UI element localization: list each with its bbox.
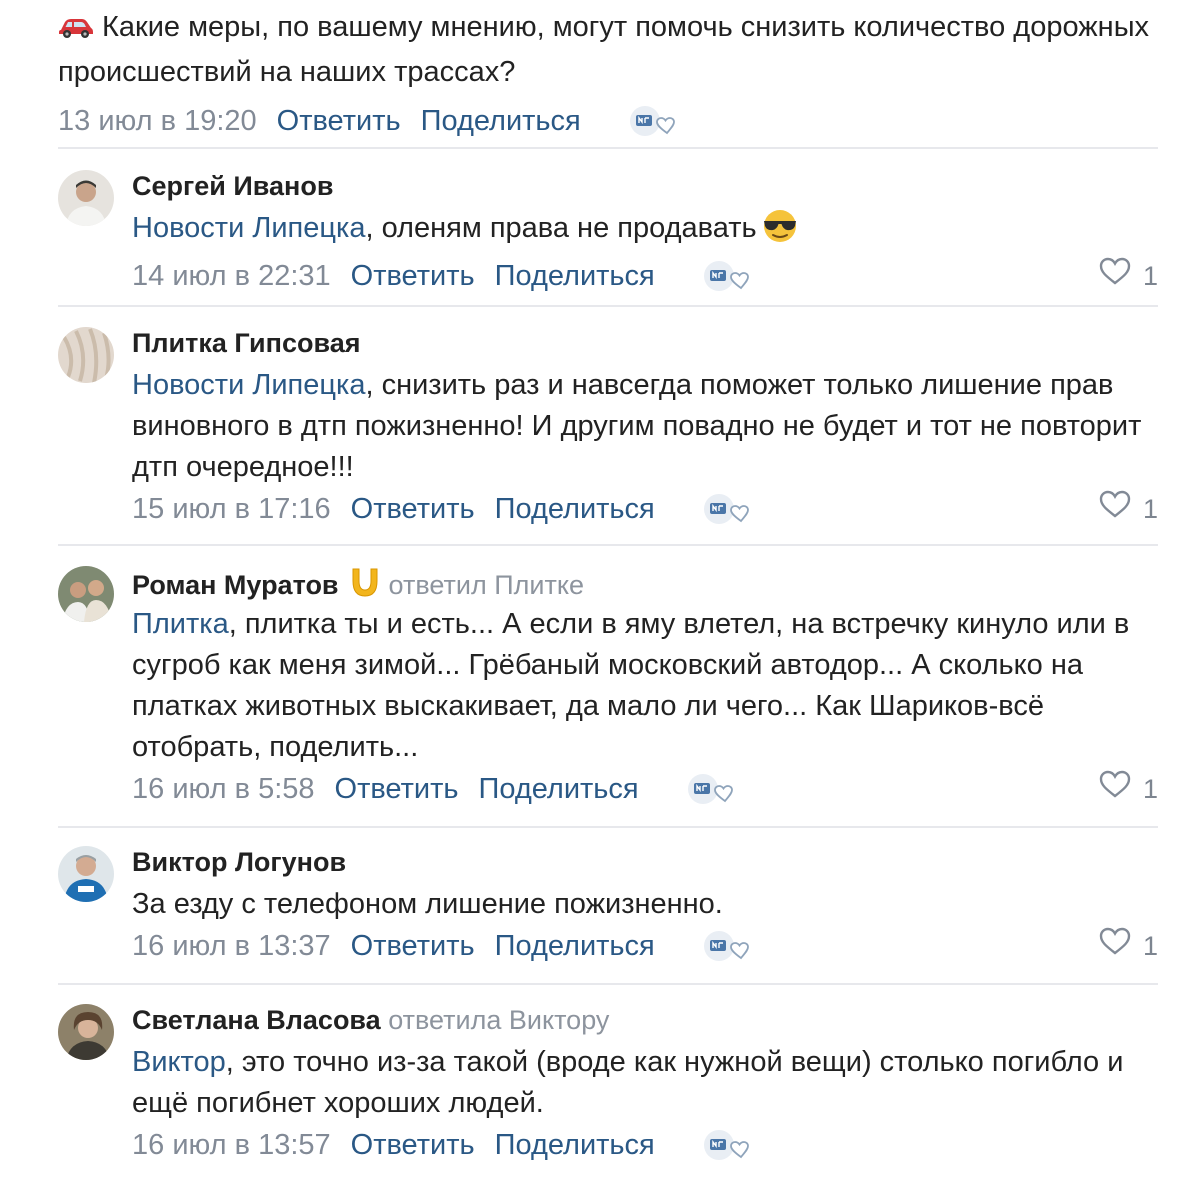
replied-target[interactable]: Плитке bbox=[494, 570, 584, 600]
comment-meta: 16 июл в 5:58 Ответить Поделиться 1 bbox=[132, 768, 1158, 810]
comment-text: За езду с телефоном лишение пожизненно. bbox=[132, 884, 1158, 925]
mention-link[interactable]: Виктор bbox=[132, 1046, 226, 1078]
mention-link[interactable]: Новости Липецка bbox=[132, 369, 365, 401]
comment-meta: 16 июл в 13:37 Ответить Поделиться 1 bbox=[132, 925, 1158, 967]
author-line: Светлана Власова ответила Виктору bbox=[132, 1004, 1158, 1038]
reaction-icon[interactable] bbox=[701, 491, 757, 527]
like-button[interactable]: 1 bbox=[1099, 768, 1158, 810]
comment-text: Новости Липецка, снизить раз и навсегда … bbox=[132, 365, 1158, 488]
like-button[interactable]: 1 bbox=[1099, 255, 1158, 297]
like-count: 1 bbox=[1142, 774, 1158, 804]
comment-meta: 16 июл в 13:57 Ответить Поделиться bbox=[132, 1124, 1158, 1166]
separator bbox=[58, 147, 1158, 149]
comment-date[interactable]: 14 июл в 22:31 bbox=[132, 255, 331, 297]
reply-button[interactable]: Ответить bbox=[351, 255, 475, 297]
like-count: 1 bbox=[1142, 494, 1158, 524]
comment-body: , это точно из-за такой (вроде как нужно… bbox=[132, 1046, 1124, 1119]
comment-date[interactable]: 16 июл в 13:37 bbox=[132, 925, 331, 967]
share-button[interactable]: Поделиться bbox=[495, 1124, 655, 1166]
author-line: Сергей Иванов bbox=[132, 170, 1158, 204]
reply-button[interactable]: Ответить bbox=[351, 925, 475, 967]
comment-body: За езду с телефоном лишение пожизненно. bbox=[132, 888, 723, 920]
share-button[interactable]: Поделиться bbox=[495, 255, 655, 297]
reaction-icon[interactable] bbox=[627, 103, 683, 139]
author-line: Виктор Логунов bbox=[132, 846, 1158, 880]
like-button[interactable]: 1 bbox=[1099, 488, 1158, 530]
heart-icon bbox=[1099, 925, 1131, 967]
post: Какие меры, по вашему мнению, могут помо… bbox=[58, 6, 1158, 142]
reaction-icon[interactable] bbox=[701, 1127, 757, 1163]
share-button[interactable]: Поделиться bbox=[495, 488, 655, 530]
reaction-icon[interactable] bbox=[701, 928, 757, 964]
comment-body: , оленям права не продавать bbox=[365, 212, 757, 244]
share-button[interactable]: Поделиться bbox=[421, 100, 581, 142]
author-line: Роман Муратов ответил Плитке bbox=[132, 566, 1158, 600]
avatar[interactable] bbox=[58, 566, 114, 622]
replied-target[interactable]: Виктору bbox=[509, 1005, 610, 1035]
author-name[interactable]: Плитка Гипсовая bbox=[132, 328, 360, 358]
reaction-icon[interactable] bbox=[701, 258, 757, 294]
post-text-block: Какие меры, по вашему мнению, могут помо… bbox=[58, 6, 1158, 93]
comment-date[interactable]: 15 июл в 17:16 bbox=[132, 488, 331, 530]
reply-button[interactable]: Ответить bbox=[277, 100, 401, 142]
comment-date[interactable]: 16 июл в 5:58 bbox=[132, 768, 315, 810]
author-name[interactable]: Светлана Власова bbox=[132, 1005, 381, 1035]
mention-link[interactable]: Новости Липецка bbox=[132, 212, 365, 244]
post-meta: 13 июл в 19:20 Ответить Поделиться bbox=[58, 100, 1158, 142]
avatar[interactable] bbox=[58, 327, 114, 383]
like-button[interactable]: 1 bbox=[1099, 925, 1158, 967]
replied-to: ответил Плитке bbox=[389, 570, 584, 600]
share-button[interactable]: Поделиться bbox=[478, 768, 638, 810]
post-text: Какие меры, по вашему мнению, могут помо… bbox=[58, 11, 1150, 88]
comment-text: Виктор, это точно из-за такой (вроде как… bbox=[132, 1042, 1158, 1124]
like-count: 1 bbox=[1142, 931, 1158, 961]
car-icon bbox=[58, 9, 94, 51]
separator bbox=[58, 826, 1158, 828]
share-button[interactable]: Поделиться bbox=[495, 925, 655, 967]
replied-prefix: ответила bbox=[388, 1005, 502, 1035]
separator bbox=[58, 305, 1158, 307]
comment-meta: 14 июл в 22:31 Ответить Поделиться 1 bbox=[132, 255, 1158, 297]
comment-text: Плитка, плитка ты и есть... А если в яму… bbox=[132, 604, 1158, 768]
reply-button[interactable]: Ответить bbox=[351, 488, 475, 530]
avatar[interactable] bbox=[58, 1004, 114, 1060]
comment-thread: Какие меры, по вашему мнению, могут помо… bbox=[0, 0, 1200, 1186]
author-name[interactable]: Роман Муратов bbox=[132, 570, 339, 600]
avatar[interactable] bbox=[58, 846, 114, 902]
comment-text: Новости Липецка, оленям права не продава… bbox=[132, 208, 1158, 255]
mention-link[interactable]: Плитка bbox=[132, 608, 229, 640]
post-date[interactable]: 13 июл в 19:20 bbox=[58, 100, 257, 142]
replied-to: ответила Виктору bbox=[388, 1005, 609, 1035]
heart-icon bbox=[1099, 255, 1131, 297]
reaction-icon[interactable] bbox=[685, 771, 741, 807]
author-name[interactable]: Сергей Иванов bbox=[132, 171, 333, 201]
heart-icon bbox=[1099, 488, 1131, 530]
reply-button[interactable]: Ответить bbox=[335, 768, 459, 810]
reply-button[interactable]: Ответить bbox=[351, 1124, 475, 1166]
separator bbox=[58, 544, 1158, 546]
horseshoe-icon bbox=[347, 566, 383, 607]
comment-date[interactable]: 16 июл в 13:57 bbox=[132, 1124, 331, 1166]
separator bbox=[58, 983, 1158, 985]
replied-prefix: ответил bbox=[388, 570, 487, 600]
avatar[interactable] bbox=[58, 170, 114, 226]
comment-body: , плитка ты и есть... А если в яму влете… bbox=[132, 608, 1130, 763]
author-line: Плитка Гипсовая bbox=[132, 327, 1158, 361]
author-name[interactable]: Виктор Логунов bbox=[132, 847, 346, 877]
like-count: 1 bbox=[1142, 261, 1158, 291]
heart-icon bbox=[1099, 768, 1131, 810]
sunglasses-emoji bbox=[759, 209, 801, 255]
comment-meta: 15 июл в 17:16 Ответить Поделиться 1 bbox=[132, 488, 1158, 530]
